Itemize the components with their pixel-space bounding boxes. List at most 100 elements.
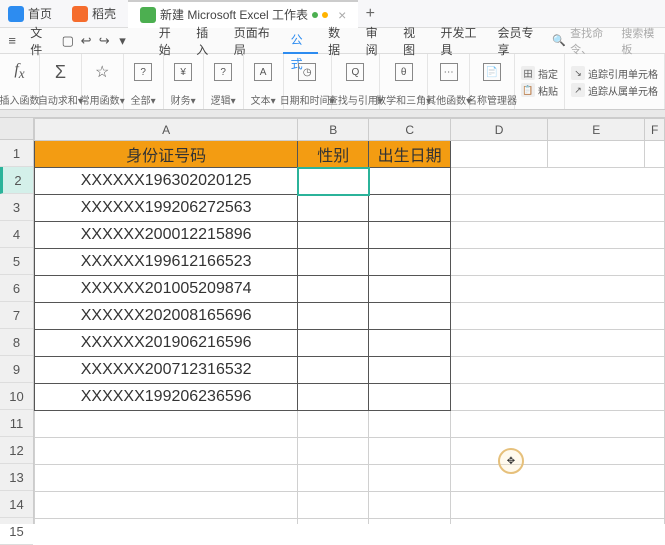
- cell[interactable]: [369, 303, 451, 330]
- cell[interactable]: XXXXXX196302020125: [35, 168, 298, 195]
- ribbon-datetime[interactable]: ◷日期和时间▾: [284, 54, 332, 109]
- row-header[interactable]: 2: [0, 167, 33, 194]
- ribbon-text[interactable]: A文本▾: [244, 54, 284, 109]
- row-header[interactable]: 13: [0, 464, 33, 491]
- add-tab-button[interactable]: +: [358, 5, 382, 23]
- row-header[interactable]: 5: [0, 248, 33, 275]
- cell[interactable]: [369, 249, 451, 276]
- cell[interactable]: XXXXXX201005209874: [35, 276, 298, 303]
- dropdown-icon[interactable]: ▾: [114, 31, 130, 51]
- cell[interactable]: [298, 411, 369, 438]
- row-header[interactable]: 1: [0, 140, 33, 167]
- cell[interactable]: [35, 465, 298, 492]
- cell[interactable]: [451, 168, 665, 195]
- ribbon-insert-function[interactable]: fx插入函数: [0, 54, 40, 109]
- cell[interactable]: [451, 141, 548, 168]
- cell[interactable]: XXXXXX199612166523: [35, 249, 298, 276]
- ribbon-finance[interactable]: ¥财务▾: [164, 54, 204, 109]
- cell[interactable]: [451, 519, 665, 525]
- cell[interactable]: 出生日期: [369, 141, 451, 168]
- menu-insert[interactable]: 插入: [188, 24, 223, 58]
- col-header[interactable]: A: [35, 119, 298, 141]
- ribbon-common-fn[interactable]: ☆常用函数▾: [82, 54, 124, 109]
- cell[interactable]: [548, 141, 645, 168]
- ribbon-logic[interactable]: ?逻辑▾: [204, 54, 244, 109]
- menu-start[interactable]: 开始: [151, 24, 186, 58]
- cell[interactable]: [369, 276, 451, 303]
- menu-review[interactable]: 审阅: [358, 24, 393, 58]
- cell[interactable]: [369, 438, 451, 465]
- row-header[interactable]: 11: [0, 410, 33, 437]
- select-all-corner[interactable]: [0, 118, 33, 140]
- cell[interactable]: XXXXXX200012215896: [35, 222, 298, 249]
- cell[interactable]: [451, 465, 665, 492]
- menu-view[interactable]: 视图: [395, 24, 430, 58]
- ribbon-name-manager[interactable]: 📄名称管理器: [470, 54, 515, 109]
- redo-icon[interactable]: ↪: [96, 31, 112, 51]
- cell-selected[interactable]: [298, 168, 369, 195]
- cell[interactable]: [369, 195, 451, 222]
- cell[interactable]: [298, 519, 369, 525]
- search-templates[interactable]: 搜索模板: [617, 25, 661, 57]
- menu-formula[interactable]: 公式: [283, 28, 318, 54]
- cell[interactable]: [451, 222, 665, 249]
- ribbon-all-fn[interactable]: ?全部▾: [124, 54, 164, 109]
- cell[interactable]: [369, 168, 451, 195]
- row-header[interactable]: 9: [0, 356, 33, 383]
- row-header[interactable]: 7: [0, 302, 33, 329]
- row-header[interactable]: 4: [0, 221, 33, 248]
- ribbon-paste[interactable]: 📋粘贴: [521, 83, 558, 98]
- ribbon-other-fn[interactable]: ⋯其他函数▾: [428, 54, 470, 109]
- cell[interactable]: [645, 141, 665, 168]
- cell[interactable]: 性别: [298, 141, 369, 168]
- col-header[interactable]: C: [369, 119, 451, 141]
- cell[interactable]: [451, 411, 665, 438]
- row-header[interactable]: 15: [0, 518, 33, 545]
- ribbon-math[interactable]: θ数学和三角▾: [380, 54, 428, 109]
- menu-devtools[interactable]: 开发工具: [433, 24, 488, 58]
- col-header[interactable]: D: [451, 119, 548, 141]
- col-header[interactable]: F: [645, 119, 665, 141]
- cell[interactable]: [451, 195, 665, 222]
- menu-member[interactable]: 会员专享: [489, 24, 544, 58]
- cell[interactable]: [369, 330, 451, 357]
- cell[interactable]: [369, 222, 451, 249]
- menu-file[interactable]: 文件: [22, 24, 57, 58]
- cell[interactable]: [298, 357, 369, 384]
- row-header[interactable]: 14: [0, 491, 33, 518]
- cell[interactable]: [35, 438, 298, 465]
- cell[interactable]: [369, 492, 451, 519]
- ribbon-trace-precedents[interactable]: ↘追踪引用单元格: [571, 66, 658, 81]
- cell[interactable]: 身份证号码: [35, 141, 298, 168]
- row-header[interactable]: 6: [0, 275, 33, 302]
- cell[interactable]: XXXXXX199206236596: [35, 384, 298, 411]
- search-commands[interactable]: 🔍查找命令、: [548, 25, 615, 57]
- cell[interactable]: [369, 519, 451, 525]
- cell[interactable]: [298, 330, 369, 357]
- cell[interactable]: [451, 492, 665, 519]
- ribbon-trace-dependents[interactable]: ↗追踪从属单元格: [571, 83, 658, 98]
- cell[interactable]: [298, 303, 369, 330]
- row-header[interactable]: 10: [0, 383, 33, 410]
- col-header[interactable]: B: [298, 119, 369, 141]
- cell[interactable]: XXXXXX199206272563: [35, 195, 298, 222]
- cell[interactable]: [451, 357, 665, 384]
- cell[interactable]: [451, 276, 665, 303]
- cell[interactable]: [298, 195, 369, 222]
- save-icon[interactable]: ▢: [60, 31, 76, 51]
- menu-icon[interactable]: ≡: [4, 31, 20, 51]
- cell[interactable]: [35, 492, 298, 519]
- cell[interactable]: XXXXXX202008165696: [35, 303, 298, 330]
- tab-shell[interactable]: 稻壳: [60, 0, 128, 28]
- ribbon-autosum[interactable]: Σ自动求和▾: [40, 54, 82, 109]
- cell[interactable]: [369, 357, 451, 384]
- cell[interactable]: [298, 438, 369, 465]
- cell[interactable]: [451, 384, 665, 411]
- row-header[interactable]: 3: [0, 194, 33, 221]
- col-header[interactable]: E: [548, 119, 645, 141]
- cell[interactable]: [451, 438, 665, 465]
- cell[interactable]: [298, 465, 369, 492]
- row-header[interactable]: 12: [0, 437, 33, 464]
- cell[interactable]: [298, 384, 369, 411]
- cell[interactable]: [369, 465, 451, 492]
